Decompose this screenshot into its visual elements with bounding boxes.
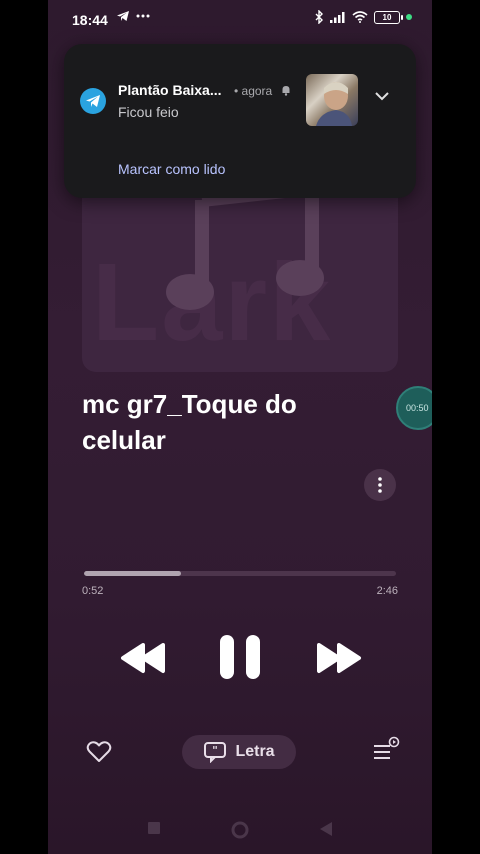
rewind-button[interactable] <box>116 638 172 678</box>
mark-as-read-button[interactable]: Marcar como lido <box>118 161 225 177</box>
wifi-icon <box>352 11 368 23</box>
status-bar: 18:44 10 <box>48 0 432 40</box>
lyrics-button[interactable]: " Letra <box>182 735 296 769</box>
telegram-icon <box>117 11 129 21</box>
back-triangle-icon[interactable] <box>318 820 334 838</box>
rewind-icon <box>121 643 165 673</box>
fast-forward-icon <box>317 643 361 673</box>
status-left-icons <box>116 10 150 22</box>
recents-square-icon[interactable] <box>146 820 162 836</box>
pause-button[interactable] <box>216 632 264 682</box>
current-time: 0:52 <box>82 585 104 597</box>
telegram-icon <box>80 88 106 114</box>
notification-thumbnail <box>306 74 358 126</box>
svg-text:": " <box>213 744 219 757</box>
music-player-screen: Lark 18:44 10 Plantão Baixa... • agora F… <box>48 0 432 854</box>
favorite-heart-icon[interactable] <box>86 740 112 764</box>
status-right-icons: 10 <box>314 10 412 24</box>
notification-title: Plantão Baixa... <box>118 82 222 98</box>
home-circle-icon[interactable] <box>230 820 250 840</box>
fast-forward-button[interactable] <box>310 638 366 678</box>
floating-timer-bubble[interactable]: 00:50 <box>396 386 432 430</box>
more-options-button[interactable] <box>364 469 396 501</box>
song-title: mc gr7_Toque do celular <box>82 389 297 455</box>
status-time: 18:44 <box>72 12 108 28</box>
lyrics-label: Letra <box>235 743 275 760</box>
pause-icon <box>220 635 260 679</box>
playlist-queue-icon[interactable] <box>372 736 400 762</box>
notification-time: • agora <box>234 84 273 98</box>
bell-icon <box>282 86 290 96</box>
more-vertical-icon <box>378 477 382 493</box>
system-navigation-bar <box>48 808 432 854</box>
seek-bar-progress <box>84 571 181 576</box>
chevron-down-icon[interactable] <box>374 90 390 102</box>
more-dots-icon <box>136 14 150 18</box>
bluetooth-icon <box>315 10 323 24</box>
signal-icon <box>330 12 345 23</box>
seek-bar[interactable] <box>84 571 396 576</box>
privacy-indicator <box>406 14 412 20</box>
music-note-icon <box>166 180 324 310</box>
notification-message: Ficou feio <box>118 104 179 120</box>
total-time: 2:46 <box>376 585 398 597</box>
lyrics-icon: " <box>204 742 227 763</box>
battery-icon: 10 <box>374 10 403 24</box>
notification-card[interactable]: Plantão Baixa... • agora Ficou feio Marc… <box>64 44 416 198</box>
